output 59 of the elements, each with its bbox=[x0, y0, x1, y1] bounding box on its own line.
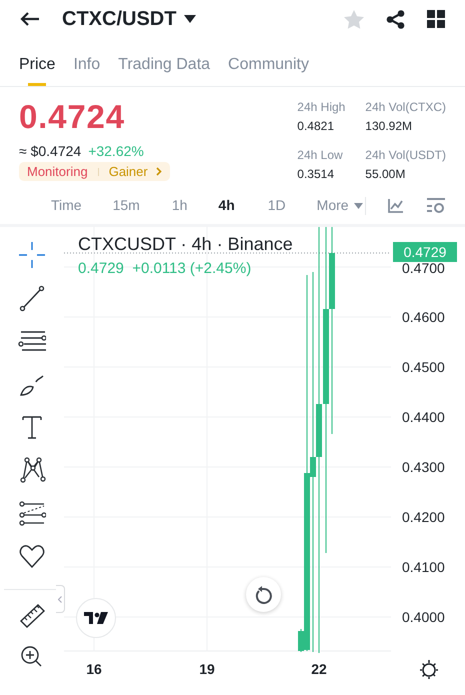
tab[interactable]: Trading Data bbox=[118, 55, 210, 86]
interval-tab[interactable]: 1D bbox=[268, 195, 286, 216]
interval-tab[interactable]: Time bbox=[51, 195, 82, 216]
last-price: 0.4724 bbox=[19, 97, 126, 137]
crosshair-icon[interactable] bbox=[18, 241, 46, 269]
stat-label: 24h Low bbox=[297, 147, 344, 164]
tag-pill[interactable]: Monitoring Gainer bbox=[19, 162, 170, 181]
toolbar-collapse-handle[interactable] bbox=[56, 585, 65, 613]
tab[interactable]: Community bbox=[228, 55, 309, 86]
interval-tab[interactable]: 4h bbox=[218, 195, 235, 216]
time-axis-label: 16 bbox=[85, 661, 103, 677]
chevron-icon bbox=[156, 167, 162, 176]
interval-tab[interactable]: More bbox=[316, 195, 363, 216]
heart-icon[interactable] bbox=[18, 542, 46, 570]
stat-value: 55.00M bbox=[365, 166, 406, 183]
price-axis-label: 0.4000 bbox=[402, 609, 445, 625]
stat-label: 24h Vol(USDT) bbox=[365, 147, 446, 164]
ohlc-readout: 0.4729 +0.0113 (+2.45%) bbox=[78, 259, 252, 279]
price-axis-label: 0.4700 bbox=[402, 260, 445, 276]
price-axis-label: 0.4400 bbox=[402, 409, 445, 425]
tab[interactable]: Price bbox=[19, 55, 56, 86]
price-axis-label: 0.4300 bbox=[402, 459, 445, 475]
time-axis-label: 22 bbox=[310, 661, 328, 677]
stat-label: 24h High bbox=[297, 99, 346, 116]
interval-tab[interactable]: 1h bbox=[172, 195, 188, 216]
back-arrow-icon[interactable] bbox=[20, 11, 40, 27]
time-axis-label: 19 bbox=[198, 661, 216, 677]
tab[interactable]: Info bbox=[73, 55, 100, 86]
price-axis-label: 0.4200 bbox=[402, 509, 445, 525]
chart-type-icon[interactable] bbox=[388, 198, 403, 212]
caret-icon[interactable] bbox=[184, 15, 196, 23]
stat-value: 0.3514 bbox=[297, 166, 335, 183]
chart-legend: CTXCUSDT · 4h · Binance bbox=[78, 233, 293, 255]
price-change: +32.62% bbox=[88, 143, 144, 159]
line-tool-icon[interactable] bbox=[18, 284, 46, 312]
logo-icon bbox=[84, 612, 108, 624]
price-axis-label: 0.4500 bbox=[402, 359, 445, 375]
price-axis-label: 0.4600 bbox=[402, 309, 445, 325]
stat-value: 0.4821 bbox=[297, 118, 335, 135]
price-axis-label: 0.4100 bbox=[402, 559, 445, 575]
tag-label: Monitoring bbox=[27, 162, 88, 181]
chart-logo-button[interactable] bbox=[76, 598, 116, 638]
caret-icon bbox=[354, 202, 363, 208]
tag-label: Gainer bbox=[108, 162, 148, 181]
interval-tab[interactable]: 15m bbox=[112, 195, 140, 216]
stat-label: 24h Vol(CTXC) bbox=[365, 99, 446, 116]
settings-icon[interactable] bbox=[419, 659, 439, 679]
last-price-label: 0.4729 bbox=[393, 242, 457, 262]
grid-icon[interactable] bbox=[427, 10, 445, 28]
fib-lines-icon[interactable] bbox=[18, 499, 46, 527]
pair-title[interactable]: CTXC/USDT bbox=[62, 4, 176, 34]
stat-value: 130.92M bbox=[365, 118, 413, 135]
reset-button[interactable] bbox=[246, 577, 281, 612]
share-icon[interactable] bbox=[386, 10, 405, 28]
usd-price: ≈ $0.4724 bbox=[19, 143, 82, 159]
pattern-tool-icon[interactable] bbox=[18, 456, 46, 484]
star-icon[interactable] bbox=[344, 10, 364, 28]
reset-icon bbox=[254, 586, 272, 604]
chevron-icon bbox=[58, 596, 62, 602]
